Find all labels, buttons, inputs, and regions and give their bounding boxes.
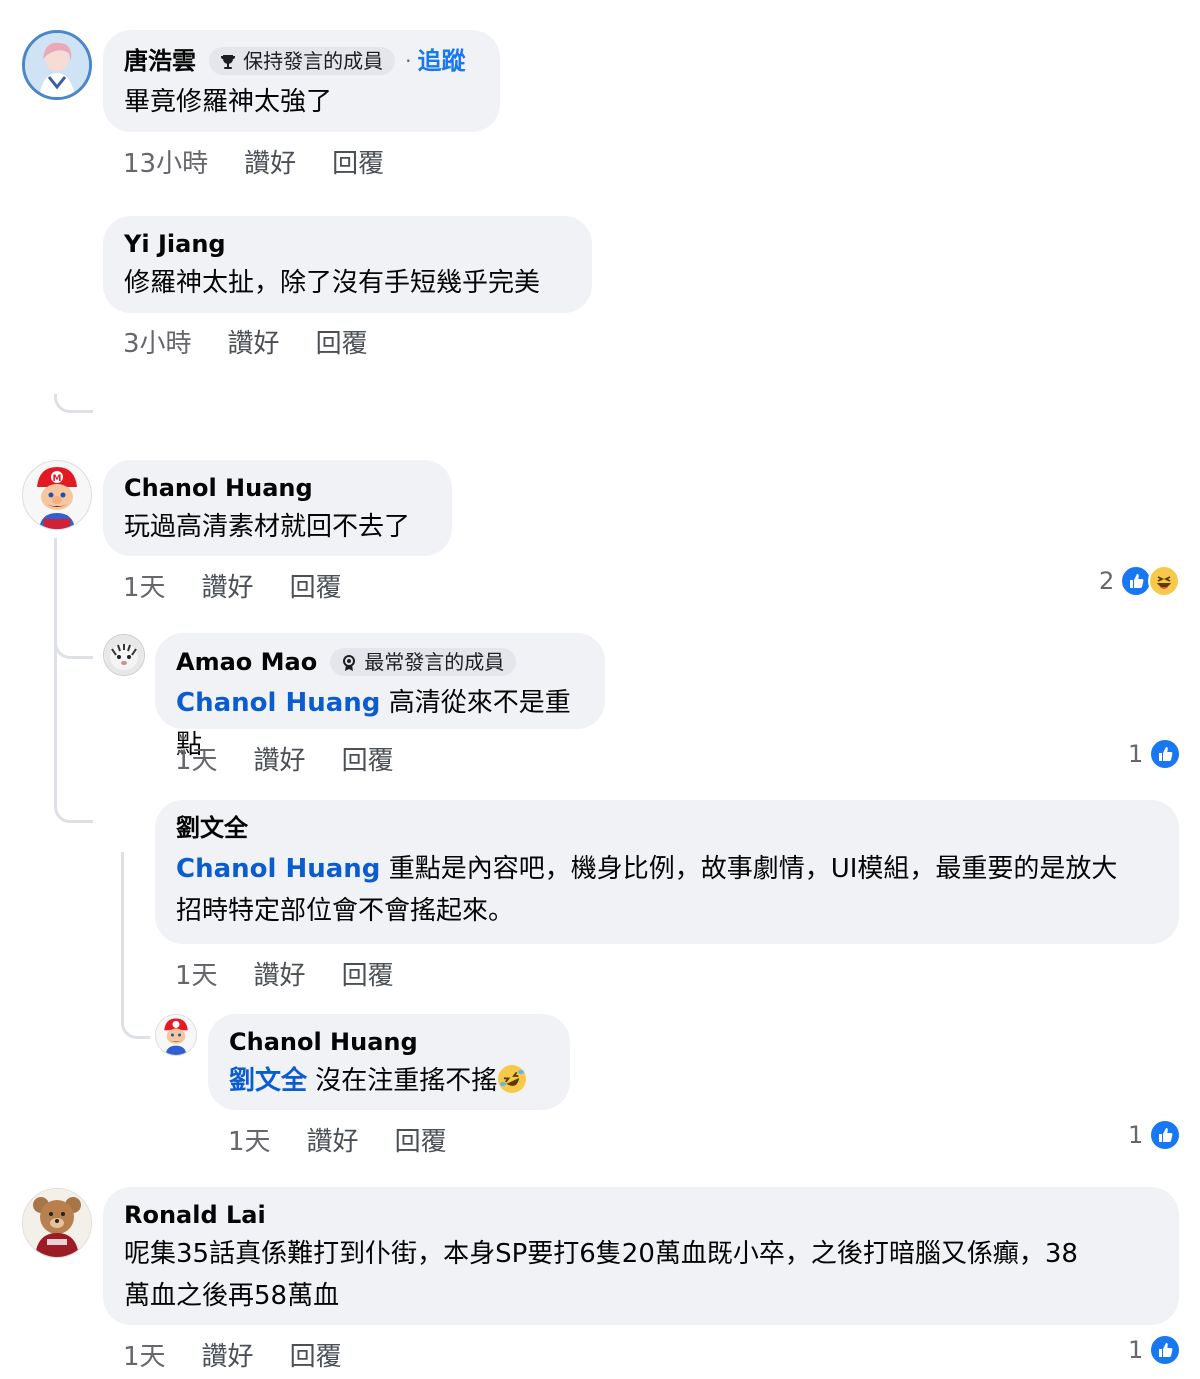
thread-connector [121,1010,150,1039]
mention-link[interactable]: 劉文全 [229,1066,307,1096]
comment-time[interactable]: 1天 [175,745,218,777]
like-icon [1149,1334,1182,1366]
comment-bubble: Ronald Lai 呢集35話真係難打到仆街，本身SP要打6隻20萬血既小卒，… [103,1187,1179,1325]
comment-meta: 1天 讚好 回覆 [175,745,430,777]
comment-bubble: Chanol Huang 玩過高清素材就回不去了 [103,460,452,556]
reaction-summary[interactable]: 1 [1128,738,1182,770]
reply-button[interactable]: 回覆 [290,572,342,604]
comment-text: 劉文全 沒在注重搖不搖 [229,1060,548,1102]
reply-button[interactable]: 回覆 [395,1126,447,1158]
comment-author[interactable]: 唐浩雲 [124,45,196,77]
reaction-count: 2 [1099,567,1115,595]
reply-button[interactable]: 回覆 [316,328,368,360]
teddy-bear-avatar-icon [23,1189,91,1257]
comment-time[interactable]: 1天 [228,1126,271,1158]
comment-meta: 13小時 讚好 回覆 [123,148,420,180]
like-icon [1149,738,1182,770]
reaction-summary[interactable]: 1 [1128,1334,1182,1366]
reply-button[interactable]: 回覆 [342,745,394,777]
comment-meta: 1天 讚好 回覆 [228,1126,483,1158]
tiger-avatar-icon [104,635,144,675]
like-icon [1149,1119,1182,1151]
mention-link[interactable]: Chanol Huang [176,854,380,884]
avatar[interactable] [103,634,145,676]
like-button[interactable]: 讚好 [202,1341,254,1373]
comment-time[interactable]: 1天 [123,1341,166,1373]
comment-body: 沒在注重搖不搖 [315,1066,498,1096]
comment-meta: 1天 讚好 回覆 [175,960,430,992]
thread-connector [54,640,93,659]
like-button[interactable]: 讚好 [228,328,280,360]
avatar[interactable] [155,1014,197,1056]
avatar[interactable] [22,30,92,100]
badge-label: 保持發言的成員 [243,48,384,73]
comment-time[interactable]: 1天 [175,960,218,992]
like-button[interactable]: 讚好 [202,572,254,604]
thread-line [54,538,57,800]
comment-text-line2: 萬血之後再58萬血 [124,1281,340,1311]
medal-icon [343,654,356,671]
comment-author[interactable]: 劉文全 [176,812,248,844]
member-badge: 保持發言的成員 [209,46,396,75]
comment-text: Chanol Huang 重點是內容吧，機身比例，故事劇情，UI模組，最重要的是… [176,848,1157,890]
mario-avatar-icon [156,1015,196,1055]
comment-body: 重點是內容吧，機身比例，故事劇情，UI模組，最重要的是放大 [388,854,1118,884]
mario-avatar-icon: M [23,461,91,529]
comment-text-line2: 招時特定部位會不會搖起來。 [176,896,515,926]
comment-bubble: Chanol Huang 劉文全 沒在注重搖不搖 [208,1014,570,1110]
comment-author[interactable]: Amao Mao [176,646,317,678]
comment-bubble: Yi Jiang 修羅神太扯，除了沒有手短幾乎完美 [103,216,592,313]
follow-link[interactable]: 追蹤 [417,47,465,75]
separator-dot: · [405,48,412,73]
reply-button[interactable]: 回覆 [342,960,394,992]
comment-meta: 3小時 讚好 回覆 [123,328,404,360]
comment-author[interactable]: Ronald Lai [124,1199,266,1231]
comment-text: 畢竟修羅神太強了 [124,86,333,117]
anime-girl-avatar-icon [25,33,89,97]
comment-text: 玩過高清素材就回不去了 [124,512,411,542]
comment-bubble: 唐浩雲 保持發言的成員 · 追蹤 畢竟修羅神太強了 [103,30,500,132]
reaction-count: 1 [1128,740,1144,768]
reaction-summary[interactable]: 1 [1128,1119,1182,1151]
like-button[interactable]: 讚好 [244,148,296,180]
member-badge: 最常發言的成員 [330,647,517,676]
comment-bubble: Amao Mao 最常發言的成員 Chanol Huang 高清從來不是重點 [155,633,605,760]
svg-text:M: M [53,474,62,484]
reply-button[interactable]: 回覆 [290,1341,342,1373]
comment-text: 修羅神太扯，除了沒有手短幾乎完美 [124,268,541,298]
comment-author[interactable]: Chanol Huang [229,1026,418,1058]
comment-author[interactable]: Chanol Huang [124,472,313,504]
reaction-summary[interactable]: 2 [1099,565,1181,597]
comment-meta: 1天 讚好 回覆 [123,1341,378,1373]
trophy-icon [221,54,236,69]
like-button[interactable]: 讚好 [254,745,306,777]
reaction-count: 1 [1128,1121,1144,1149]
haha-icon [1148,565,1181,597]
thread-line [121,852,124,1012]
mention-link[interactable]: Chanol Huang [176,688,380,718]
like-button[interactable]: 讚好 [307,1126,359,1158]
comment-bubble: 劉文全 Chanol Huang 重點是內容吧，機身比例，故事劇情，UI模組，最… [155,800,1179,944]
comment-time[interactable]: 13小時 [123,148,208,180]
comment-time[interactable]: 1天 [123,572,166,604]
comment-text: 呢集35話真係難打到仆街，本身SP要打6隻20萬血既小卒，之後打暗腦又係癲，38 [124,1239,1078,1269]
rolling-laughing-emoji [498,1065,527,1093]
thread-connector [54,394,93,413]
avatar[interactable]: M [22,460,92,530]
like-button[interactable]: 讚好 [254,960,306,992]
reply-button[interactable]: 回覆 [332,148,384,180]
badge-label: 最常發言的成員 [364,649,505,674]
thread-connector [54,800,93,823]
avatar[interactable] [22,1188,92,1258]
comment-author[interactable]: Yi Jiang [124,228,226,260]
reaction-count: 1 [1128,1336,1144,1364]
comment-meta: 1天 讚好 回覆 [123,572,378,604]
comment-time[interactable]: 3小時 [123,328,192,360]
